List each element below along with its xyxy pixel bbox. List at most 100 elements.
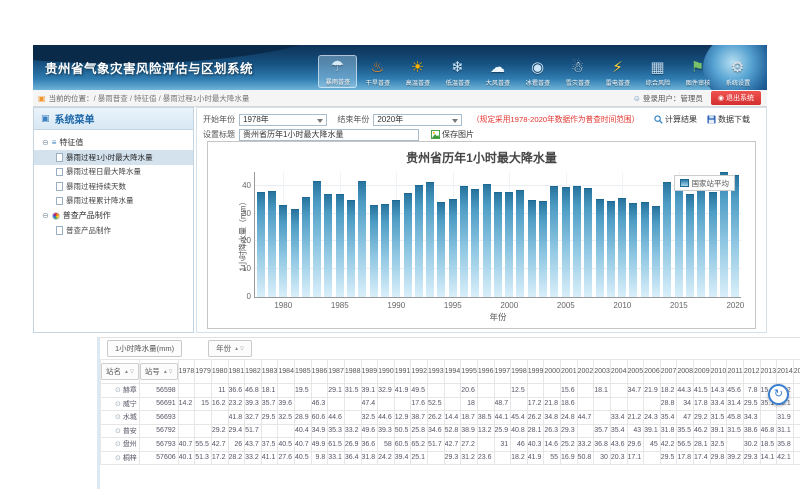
year-header-2015[interactable]: 2015 xyxy=(793,360,800,384)
sort-asc-icon[interactable]: ▲ xyxy=(124,369,129,375)
sidebar-group-0[interactable]: ⊖≡特征值 xyxy=(34,135,193,150)
bar-1985[interactable] xyxy=(336,194,344,297)
year-header-1994[interactable]: 1994 xyxy=(444,360,461,384)
station-name-cell[interactable]: ⊙威宁 xyxy=(101,397,140,411)
year-header-2013[interactable]: 2013 xyxy=(760,360,777,384)
bar-2010[interactable] xyxy=(618,198,626,297)
station-name-cell[interactable]: ⊙水城 xyxy=(101,411,140,425)
year-header-1980[interactable]: 1980 xyxy=(211,360,228,384)
bar-1986[interactable] xyxy=(347,200,355,297)
year-header-1984[interactable]: 1984 xyxy=(278,360,295,384)
bar-2007[interactable] xyxy=(584,188,592,297)
filter-icon[interactable]: ▽ xyxy=(240,346,244,352)
bar-1988[interactable] xyxy=(370,205,378,297)
year-header-1999[interactable]: 1999 xyxy=(527,360,544,384)
sidebar-item[interactable]: 暴雨过程1小时最大降水量 xyxy=(34,150,193,165)
bar-2013[interactable] xyxy=(652,206,660,297)
nav-item-low-temp[interactable]: ❄低温普查 xyxy=(438,55,477,88)
year-header-2004[interactable]: 2004 xyxy=(610,360,627,384)
collapse-icon[interactable]: ⊖ xyxy=(42,138,49,147)
bar-1997[interactable] xyxy=(471,189,479,297)
nav-item-drought[interactable]: ♨干旱普查 xyxy=(358,55,397,88)
bar-2001[interactable] xyxy=(516,190,524,298)
filter-icon[interactable]: ▽ xyxy=(169,369,173,375)
nav-item-snow[interactable]: ☃雪灾普查 xyxy=(558,55,597,88)
download-button[interactable]: 数据下载 xyxy=(707,114,750,125)
year-header-1989[interactable]: 1989 xyxy=(361,360,378,384)
bar-1989[interactable] xyxy=(381,204,389,297)
measure-label-box[interactable]: 1小时降水量(mm) xyxy=(107,340,182,357)
year-header-1981[interactable]: 1981 xyxy=(228,360,245,384)
column-sort-button[interactable]: 站名▲▽ xyxy=(101,363,139,380)
year-header-2006[interactable]: 2006 xyxy=(644,360,661,384)
year-header-2011[interactable]: 2011 xyxy=(727,360,744,384)
year-header-1983[interactable]: 1983 xyxy=(261,360,278,384)
nav-item-lightning[interactable]: ⚡雷电普查 xyxy=(598,55,637,88)
bar-1987[interactable] xyxy=(358,181,366,297)
year-header-2001[interactable]: 2001 xyxy=(561,360,578,384)
year-header-2000[interactable]: 2000 xyxy=(544,360,561,384)
bar-2020[interactable] xyxy=(731,175,739,297)
year-header-1998[interactable]: 1998 xyxy=(511,360,528,384)
sidebar-item[interactable]: 暴雨过程日最大降水量 xyxy=(34,165,193,180)
bar-2018[interactable] xyxy=(709,192,717,297)
bar-1984[interactable] xyxy=(324,194,332,297)
start-year-select[interactable]: 1978年 xyxy=(239,114,327,126)
year-header-1990[interactable]: 1990 xyxy=(378,360,395,384)
year-header-2008[interactable]: 2008 xyxy=(677,360,694,384)
bar-2012[interactable] xyxy=(641,202,649,297)
save-image-button[interactable]: 保存图片 xyxy=(431,129,474,140)
radio-icon[interactable]: ⊙ xyxy=(115,428,121,435)
bar-2008[interactable] xyxy=(596,199,604,297)
year-header-2002[interactable]: 2002 xyxy=(577,360,594,384)
radio-icon[interactable]: ⊙ xyxy=(115,414,121,421)
nav-item-rainstorm[interactable]: ☂暴雨普查 xyxy=(318,55,357,88)
station-name-cell[interactable]: ⊙盘州 xyxy=(101,438,140,452)
bar-1993[interactable] xyxy=(426,182,434,297)
bar-1996[interactable] xyxy=(460,186,468,297)
column-sort-button[interactable]: 站号▲▽ xyxy=(140,363,178,380)
year-sort-button[interactable]: 年份 ▲▽ xyxy=(208,340,252,357)
bar-2009[interactable] xyxy=(607,201,615,297)
radio-icon[interactable]: ⊙ xyxy=(115,401,121,408)
radio-icon[interactable]: ⊙ xyxy=(115,455,121,462)
radio-icon[interactable]: ⊙ xyxy=(115,387,121,394)
year-header-1986[interactable]: 1986 xyxy=(311,360,328,384)
sort-asc-icon[interactable]: ▲ xyxy=(163,369,168,375)
year-header-2010[interactable]: 2010 xyxy=(710,360,727,384)
radio-icon[interactable]: ⊙ xyxy=(115,441,121,448)
year-header-2012[interactable]: 2012 xyxy=(743,360,760,384)
year-header-1988[interactable]: 1988 xyxy=(344,360,361,384)
bar-2011[interactable] xyxy=(629,203,637,297)
bar-2005[interactable] xyxy=(562,187,570,297)
collapse-icon[interactable]: ⊖ xyxy=(42,211,49,220)
bar-1978[interactable] xyxy=(257,192,265,297)
year-header-1995[interactable]: 1995 xyxy=(461,360,478,384)
year-header-2009[interactable]: 2009 xyxy=(694,360,711,384)
year-header-1979[interactable]: 1979 xyxy=(195,360,212,384)
year-header-1992[interactable]: 1992 xyxy=(411,360,428,384)
year-header-1993[interactable]: 1993 xyxy=(428,360,445,384)
nav-item-composite-risk[interactable]: ▦综合风险 xyxy=(638,55,677,88)
bar-1994[interactable] xyxy=(437,202,445,297)
sort-asc-icon[interactable]: ▲ xyxy=(234,346,239,352)
bar-1980[interactable] xyxy=(279,205,287,298)
bar-2014[interactable] xyxy=(663,182,671,297)
bar-2000[interactable] xyxy=(505,192,513,297)
bar-1999[interactable] xyxy=(494,192,502,297)
year-header-2007[interactable]: 2007 xyxy=(660,360,677,384)
year-header-1982[interactable]: 1982 xyxy=(245,360,262,384)
bar-2017[interactable] xyxy=(697,185,705,297)
nav-item-settings[interactable]: ⚙系统设置 xyxy=(718,55,757,88)
bar-2016[interactable] xyxy=(686,194,694,297)
sidebar-item[interactable]: 暴雨过程累计降水量 xyxy=(34,194,193,209)
bar-1992[interactable] xyxy=(415,185,423,298)
floating-refresh-button[interactable]: ↻ xyxy=(768,384,789,405)
bar-2002[interactable] xyxy=(528,200,536,297)
bar-1991[interactable] xyxy=(404,193,412,297)
end-year-select[interactable]: 2020年 xyxy=(373,114,461,126)
nav-item-hail[interactable]: ◉冰雹普查 xyxy=(518,55,557,88)
station-name-cell[interactable]: ⊙赫章 xyxy=(101,384,140,398)
bar-1990[interactable] xyxy=(392,200,400,297)
sidebar-item[interactable]: 暴雨过程持续天数 xyxy=(34,179,193,194)
